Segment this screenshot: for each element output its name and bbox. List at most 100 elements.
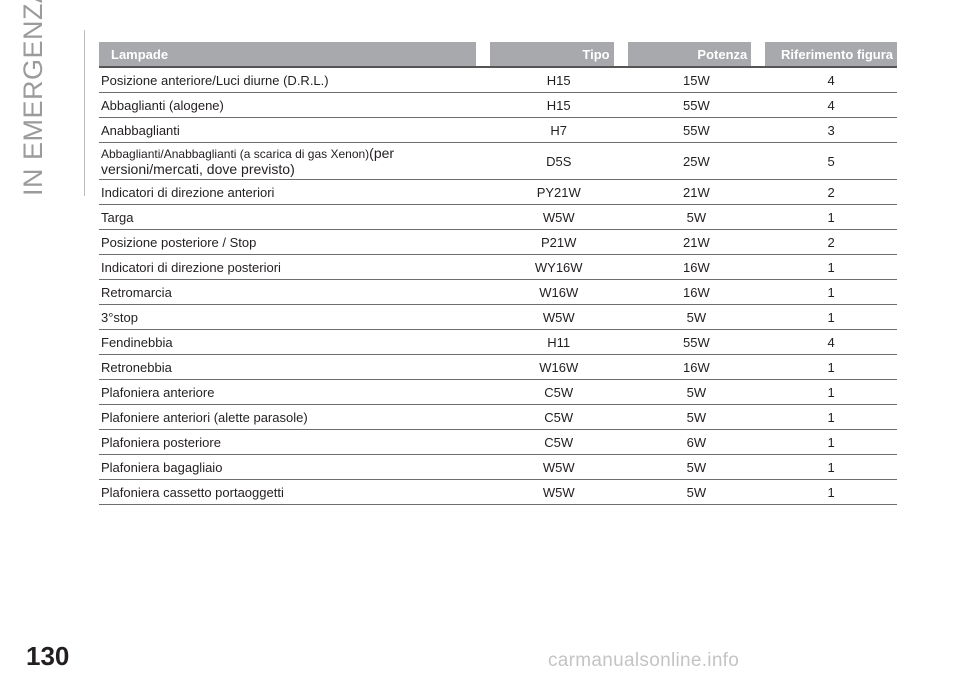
- cell-tipo: PY21W: [489, 180, 628, 205]
- cell-potenza: 5W: [627, 405, 766, 430]
- cell-riferimento-figura: 4: [765, 93, 897, 118]
- cell-lampade: Plafoniera cassetto portaoggetti: [99, 480, 490, 505]
- cell-potenza: 16W: [627, 280, 766, 305]
- cell-lampade: Plafoniera bagagliaio: [99, 455, 490, 480]
- cell-potenza: 55W: [627, 330, 766, 355]
- cell-tipo: H15: [489, 93, 628, 118]
- section-divider: [84, 30, 85, 196]
- cell-riferimento-figura: 2: [765, 230, 897, 255]
- table-row: Abbaglianti/Anabbaglianti (a scarica di …: [99, 143, 897, 180]
- header-tipo: Tipo: [489, 42, 614, 68]
- cell-tipo: W16W: [489, 280, 628, 305]
- cell-riferimento-figura: 1: [765, 430, 897, 455]
- table-row: Plafoniera cassetto portaoggetti W5W 5W 1: [99, 480, 897, 505]
- cell-riferimento-figura: 1: [765, 405, 897, 430]
- xenon-label-note-start: (per: [369, 145, 395, 161]
- table-row: Anabbaglianti H7 55W 3: [99, 118, 897, 143]
- cell-riferimento-figura: 1: [765, 280, 897, 305]
- cell-lampade: Fendinebbia: [99, 330, 490, 355]
- table-header-row: Lampade Tipo Potenza Riferimento figura: [99, 42, 897, 68]
- cell-potenza: 5W: [627, 305, 766, 330]
- watermark: carmanualsonline.info: [548, 650, 740, 671]
- xenon-label-main: Abbaglianti/Anabbaglianti (a scarica di …: [101, 147, 370, 161]
- cell-tipo: WY16W: [489, 255, 628, 280]
- table-row: Indicatori di direzione posteriori WY16W 1…: [99, 255, 897, 280]
- cell-potenza: 25W: [627, 143, 766, 180]
- cell-lampade: Plafoniera posteriore: [99, 430, 490, 455]
- cell-lampade: Posizione posteriore / Stop: [99, 230, 490, 255]
- cell-riferimento-figura: 4: [765, 68, 897, 93]
- xenon-label-note-end: versioni/mercati, dove previsto): [101, 161, 295, 177]
- cell-tipo: C5W: [489, 430, 628, 455]
- cell-riferimento-figura: 1: [765, 255, 897, 280]
- cell-lampade: Retronebbia: [99, 355, 490, 380]
- cell-lampade: Abbaglianti/Anabbaglianti (a scarica di …: [99, 143, 490, 180]
- cell-tipo: W5W: [489, 205, 628, 230]
- cell-lampade: Indicatori di direzione anteriori: [99, 180, 490, 205]
- cell-tipo: H7: [489, 118, 628, 143]
- cell-riferimento-figura: 1: [765, 455, 897, 480]
- cell-lampade: Plafoniere anteriori (alette parasole): [99, 405, 490, 430]
- cell-potenza: 21W: [627, 230, 766, 255]
- cell-lampade: Indicatori di direzione posteriori: [99, 255, 490, 280]
- cell-tipo: W16W: [489, 355, 628, 380]
- table-row: Plafoniera posteriore C5W 6W 1: [99, 430, 897, 455]
- cell-riferimento-figura: 4: [765, 330, 897, 355]
- cell-potenza: 5W: [627, 380, 766, 405]
- page-number: 130: [26, 641, 70, 671]
- cell-potenza: 55W: [627, 118, 766, 143]
- cell-riferimento-figura: 1: [765, 480, 897, 505]
- cell-potenza: 5W: [627, 480, 766, 505]
- cell-potenza: 21W: [627, 180, 766, 205]
- table-row: Plafoniera bagagliaio W5W 5W 1: [99, 455, 897, 480]
- cell-potenza: 5W: [627, 205, 766, 230]
- cell-tipo: C5W: [489, 405, 628, 430]
- table-row: Retromarcia W16W 16W 1: [99, 280, 897, 305]
- table-row: Plafoniere anteriori (alette parasole) C5…: [99, 405, 897, 430]
- cell-potenza: 15W: [627, 68, 766, 93]
- cell-riferimento-figura: 1: [765, 355, 897, 380]
- bulb-table: Lampade Tipo Potenza Riferimento figura …: [99, 42, 897, 505]
- table-row: Retronebbia W16W 16W 1: [99, 355, 897, 380]
- cell-lampade: Abbaglianti (alogene): [99, 93, 490, 118]
- header-riferimento-figura: Riferimento figura: [765, 42, 897, 68]
- cell-lampade: Plafoniera anteriore: [99, 380, 490, 405]
- cell-lampade: Retromarcia: [99, 280, 490, 305]
- cell-potenza: 6W: [627, 430, 766, 455]
- cell-lampade: Posizione anteriore/Luci diurne (D.R.L.): [99, 68, 490, 93]
- table-row: Posizione posteriore / Stop P21W 21W 2: [99, 230, 897, 255]
- table-row: Indicatori di direzione anteriori PY21W 21…: [99, 180, 897, 205]
- cell-lampade: Targa: [99, 205, 490, 230]
- cell-tipo: H15: [489, 68, 628, 93]
- cell-tipo: W5W: [489, 305, 628, 330]
- table-body: Posizione anteriore/Luci diurne (D.R.L.)…: [99, 68, 897, 505]
- cell-potenza: 16W: [627, 355, 766, 380]
- cell-tipo: C5W: [489, 380, 628, 405]
- cell-lampade: 3°stop: [99, 305, 490, 330]
- table-row: Targa W5W 5W 1: [99, 205, 897, 230]
- table-row: 3°stop W5W 5W 1: [99, 305, 897, 330]
- cell-tipo: W5W: [489, 480, 628, 505]
- cell-riferimento-figura: 5: [765, 143, 897, 180]
- header-gap: [613, 42, 628, 68]
- table-row: Fendinebbia H11 55W 4: [99, 330, 897, 355]
- cell-tipo: W5W: [489, 455, 628, 480]
- cell-riferimento-figura: 1: [765, 305, 897, 330]
- table-row: Plafoniera anteriore C5W 5W 1: [99, 380, 897, 405]
- cell-riferimento-figura: 1: [765, 205, 897, 230]
- header-potenza: Potenza: [627, 42, 752, 68]
- cell-riferimento-figura: 1: [765, 380, 897, 405]
- cell-potenza: 5W: [627, 455, 766, 480]
- cell-lampade: Anabbaglianti: [99, 118, 490, 143]
- cell-riferimento-figura: 2: [765, 180, 897, 205]
- cell-tipo: P21W: [489, 230, 628, 255]
- cell-tipo: D5S: [489, 143, 628, 180]
- cell-riferimento-figura: 3: [765, 118, 897, 143]
- cell-tipo: H11: [489, 330, 628, 355]
- cell-potenza: 16W: [627, 255, 766, 280]
- header-gap: [475, 42, 490, 68]
- section-label: IN EMERGENZA: [18, 0, 48, 196]
- cell-potenza: 55W: [627, 93, 766, 118]
- header-lampade: Lampade: [99, 42, 476, 68]
- table-row: Posizione anteriore/Luci diurne (D.R.L.)…: [99, 68, 897, 93]
